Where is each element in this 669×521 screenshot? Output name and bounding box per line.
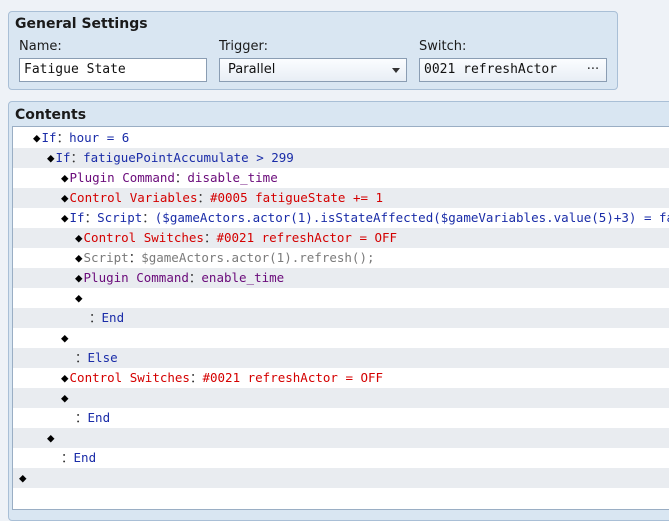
command-row[interactable]: ◆ <box>13 388 669 408</box>
command-text: ： <box>197 190 210 205</box>
command-row[interactable]: ◆Plugin Command：disable_time <box>13 168 669 188</box>
command-text: End <box>73 450 97 465</box>
command-row[interactable]: ◆If：Script：($gameActors.actor(1).isState… <box>13 208 669 228</box>
trigger-select[interactable]: Parallel <box>219 58 407 82</box>
command-text: Script <box>97 210 143 225</box>
command-diamond-icon: ◆ <box>19 470 27 485</box>
trigger-select-value: Parallel <box>228 62 276 77</box>
command-text: If <box>55 150 71 165</box>
name-field[interactable]: Fatigue State <box>19 58 207 82</box>
switch-label: Switch: <box>419 39 467 54</box>
command-text: If <box>69 210 85 225</box>
command-text: ： <box>142 210 155 225</box>
command-row[interactable]: ◆ <box>13 288 669 308</box>
command-row[interactable]: ◆Script：$gameActors.actor(1).refresh(); <box>13 248 669 268</box>
command-diamond-icon: ◆ <box>75 290 83 305</box>
name-label: Name: <box>19 39 62 54</box>
command-text: Control Switches <box>83 230 204 245</box>
command-row[interactable]: ：End <box>13 408 669 428</box>
command-text: End <box>87 410 111 425</box>
command-text: $gameActors.actor(1).refresh(); <box>141 250 375 265</box>
command-row[interactable]: ◆Control Switches：#0021 refreshActor = O… <box>13 368 669 388</box>
command-text: Control Switches <box>69 370 190 385</box>
command-diamond-icon: ◆ <box>75 270 83 285</box>
general-settings-panel: General Settings Name: Fatigue State Tri… <box>8 11 618 90</box>
command-text: ： <box>128 250 142 265</box>
general-settings-title: General Settings <box>15 16 148 32</box>
command-row[interactable]: ◆Control Variables：#0005 fatigueState +=… <box>13 188 669 208</box>
command-row[interactable]: ◆ <box>13 428 669 448</box>
command-text: Plugin Command <box>83 270 189 285</box>
command-text: If <box>41 130 57 145</box>
command-text: ： <box>203 230 217 245</box>
command-diamond-icon: ◆ <box>61 170 69 185</box>
event-command-list[interactable]: ◆If：hour = 6 ◆If：fatiguePointAccumulate >… <box>12 126 669 510</box>
command-diamond-icon: ◆ <box>75 250 83 265</box>
command-diamond-icon: ◆ <box>75 230 83 245</box>
command-row[interactable]: ◆If：fatiguePointAccumulate > 299 <box>13 148 669 168</box>
command-diamond-icon: ◆ <box>61 190 69 205</box>
trigger-label: Trigger: <box>219 39 268 54</box>
command-text: fatiguePointAccumulate > 299 <box>83 150 294 165</box>
command-row[interactable]: ◆ <box>13 328 669 348</box>
command-row[interactable]: ◆Plugin Command：enable_time <box>13 268 669 288</box>
command-text: disable_time <box>187 170 278 185</box>
command-diamond-icon: ◆ <box>47 150 55 165</box>
switch-browse-button[interactable]: ··· <box>584 59 602 81</box>
command-text: #0021 refreshActor = OFF <box>202 370 384 385</box>
command-diamond-icon: ◆ <box>61 370 69 385</box>
command-row[interactable]: ：End <box>13 308 669 328</box>
command-text: Plugin Command <box>69 170 175 185</box>
command-text: hour = 6 <box>69 130 130 145</box>
command-text: ： <box>188 270 202 285</box>
command-diamond-icon: ◆ <box>61 390 69 405</box>
command-diamond-icon: ◆ <box>47 430 55 445</box>
chevron-down-icon <box>392 68 400 73</box>
command-text: Control Variables <box>69 190 198 205</box>
command-row[interactable]: ◆If：hour = 6 <box>13 128 669 148</box>
command-row[interactable]: ◆Control Switches：#0021 refreshActor = O… <box>13 228 669 248</box>
command-text: ： <box>174 170 188 185</box>
command-text: ： <box>75 350 88 365</box>
command-text: ： <box>61 450 74 465</box>
command-text: enable_time <box>201 270 285 285</box>
command-text: ： <box>89 310 102 325</box>
command-text: ： <box>84 210 98 225</box>
switch-field-value: 0021 refreshActor <box>424 62 558 77</box>
command-text: ： <box>189 370 203 385</box>
command-text: End <box>101 310 125 325</box>
command-text: ： <box>70 150 84 165</box>
command-row[interactable]: ◆ <box>13 468 669 488</box>
command-row[interactable]: ：Else <box>13 348 669 368</box>
command-text: #0021 refreshActor = OFF <box>216 230 398 245</box>
command-row[interactable]: ：End <box>13 448 669 468</box>
command-text: Script <box>83 250 129 265</box>
command-text: ： <box>75 410 88 425</box>
command-text: Else <box>87 350 118 365</box>
command-diamond-icon: ◆ <box>61 330 69 345</box>
command-diamond-icon: ◆ <box>33 130 41 145</box>
switch-field[interactable]: 0021 refreshActor ··· <box>419 58 607 82</box>
command-text: #0005 fatigueState += 1 <box>209 190 384 205</box>
command-text: ： <box>56 130 70 145</box>
contents-title: Contents <box>15 107 87 123</box>
command-diamond-icon: ◆ <box>61 210 69 225</box>
command-text: ($gameActors.actor(1).isStateAffected($g… <box>154 210 669 225</box>
